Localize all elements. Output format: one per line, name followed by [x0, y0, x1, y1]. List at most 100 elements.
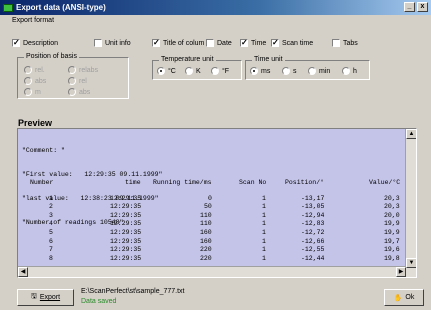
table-cell: -12,66	[301, 237, 325, 245]
scroll-down-icon[interactable]: ▼	[406, 258, 416, 268]
basis-option[interactable]: rel.	[24, 66, 45, 74]
table-cell: 160	[200, 237, 212, 245]
table-cell: 1	[49, 194, 53, 202]
time-checkbox[interactable]: ✓ Time	[240, 39, 266, 47]
preview-header-line: "Comment: "	[22, 147, 65, 154]
table-cell: -12,55	[301, 246, 325, 254]
ok-button[interactable]: ✋ Ok	[384, 289, 424, 306]
table-cell: 12:29:35	[110, 194, 142, 202]
scroll-right-icon[interactable]: ▶	[396, 267, 406, 277]
time-unit-ms-radio[interactable]: ms	[250, 67, 270, 75]
table-cell: Running time/ms	[153, 179, 212, 186]
temp-unit-k-radio[interactable]: K	[185, 67, 201, 75]
table-cell: 19,8	[384, 254, 400, 262]
table-cell: 12:29:35	[110, 228, 142, 236]
table-cell: 12:29:35	[110, 237, 142, 245]
table-cell: 50	[204, 203, 212, 211]
preview-header-line: "Number of readings 10548"	[22, 219, 124, 226]
position-of-basis-group: Position of basis rel. relabs abs rel m …	[17, 53, 129, 99]
preview-header-line: "last value: 12:38:23 09.11.1999"	[22, 195, 159, 202]
ok-icon: ✋	[393, 294, 403, 302]
export-path: E:\ScanPerfect\st\sample_777.txt	[81, 288, 185, 295]
table-cell: 160	[200, 228, 212, 236]
table-cell: 19,7	[384, 237, 400, 245]
table-cell: 2	[49, 203, 53, 211]
table-cell: 5	[49, 228, 53, 236]
vertical-scrollbar[interactable]: ▲ ▼	[405, 129, 416, 277]
table-cell: 12:29:35	[110, 203, 142, 211]
time-unit-min-radio[interactable]: min	[308, 67, 330, 75]
minimize-button[interactable]: _	[404, 2, 415, 12]
table-cell: 12:29:35	[110, 254, 142, 262]
export-icon: 🖫	[30, 293, 37, 300]
table-cell: 7	[49, 246, 53, 254]
table-cell: 110	[200, 211, 212, 219]
table-cell: 1	[262, 254, 266, 262]
menu-export-format[interactable]: Export format	[12, 17, 54, 24]
table-cell: Position/°	[285, 179, 325, 186]
title-of-column-checkbox[interactable]: ✓ Title of colum	[152, 39, 204, 47]
table-cell: 1	[262, 246, 266, 254]
table-cell: 4	[49, 220, 53, 228]
time-unit-h-radio[interactable]: h	[342, 67, 357, 75]
table-cell: 1	[262, 228, 266, 236]
temperature-unit-group: Temperature unit °C K °F	[152, 56, 242, 80]
table-cell: -13,05	[301, 203, 325, 211]
scroll-left-icon[interactable]: ◀	[18, 267, 28, 277]
table-cell: Number	[30, 179, 54, 186]
table-cell: -13,17	[301, 194, 325, 202]
close-button[interactable]: x	[417, 2, 428, 12]
window-title: Export data (ANSI-type)	[16, 3, 106, 12]
check-icon: ✓	[271, 38, 279, 47]
table-cell: Scan No	[239, 179, 267, 186]
check-icon: ✓	[240, 38, 248, 47]
table-cell: 20,3	[384, 203, 400, 211]
preview-label: Preview	[18, 118, 53, 128]
table-cell: 12:29:35	[110, 211, 142, 219]
table-cell: 0	[208, 194, 212, 202]
scan-time-checkbox[interactable]: ✓ Scan time	[271, 39, 313, 47]
table-cell: 20,0	[384, 211, 400, 219]
basis-option[interactable]: m	[24, 88, 41, 96]
basis-option[interactable]: abs	[68, 88, 90, 96]
table-cell: time	[125, 179, 141, 186]
table-cell: 12:29:35	[110, 220, 142, 228]
table-cell: 3	[49, 211, 53, 219]
table-cell: 19,9	[384, 228, 400, 236]
app-icon	[3, 3, 13, 12]
status-text: Data saved	[81, 298, 117, 305]
table-cell: -12,83	[301, 220, 325, 228]
table-cell: 12:29:35	[110, 246, 142, 254]
title-bar: Export data (ANSI-type) _ x	[0, 0, 431, 15]
check-icon: ✓	[152, 38, 160, 47]
unit-info-checkbox[interactable]: Unit info	[94, 39, 131, 47]
check-icon: ✓	[12, 38, 20, 47]
table-cell: -12,94	[301, 211, 325, 219]
temp-unit-f-radio[interactable]: °F	[211, 67, 229, 75]
tabs-checkbox[interactable]: Tabs	[332, 39, 358, 47]
table-cell: 1	[262, 220, 266, 228]
time-unit-group: Time unit ms s min h	[245, 56, 370, 80]
time-unit-s-radio[interactable]: s	[282, 67, 297, 75]
basis-option[interactable]: rel	[68, 77, 87, 85]
scroll-up-icon[interactable]: ▲	[406, 129, 416, 139]
preview-header-line: "First value: 12:29:35 09.11.1999"	[22, 171, 163, 178]
table-cell: 1	[262, 194, 266, 202]
table-cell: 6	[49, 237, 53, 245]
table-cell: 1	[262, 237, 266, 245]
table-cell: 20,3	[384, 194, 400, 202]
table-cell: 220	[200, 254, 212, 262]
export-button[interactable]: 🖫 Export	[17, 289, 74, 306]
temp-unit-c-radio[interactable]: °C	[157, 67, 176, 75]
basis-option[interactable]: relabs	[68, 66, 98, 74]
table-cell: 8	[49, 254, 53, 262]
table-cell: 220	[200, 246, 212, 254]
table-cell: -12,44	[301, 254, 325, 262]
basis-option[interactable]: abs	[24, 77, 46, 85]
table-cell: 1	[262, 203, 266, 211]
table-cell: 110	[200, 220, 212, 228]
table-cell: Value/°C	[369, 179, 401, 186]
date-checkbox[interactable]: Date	[206, 39, 232, 47]
horizontal-scrollbar[interactable]: ◀ ▶	[18, 266, 406, 277]
description-checkbox[interactable]: ✓ Description	[12, 39, 58, 47]
